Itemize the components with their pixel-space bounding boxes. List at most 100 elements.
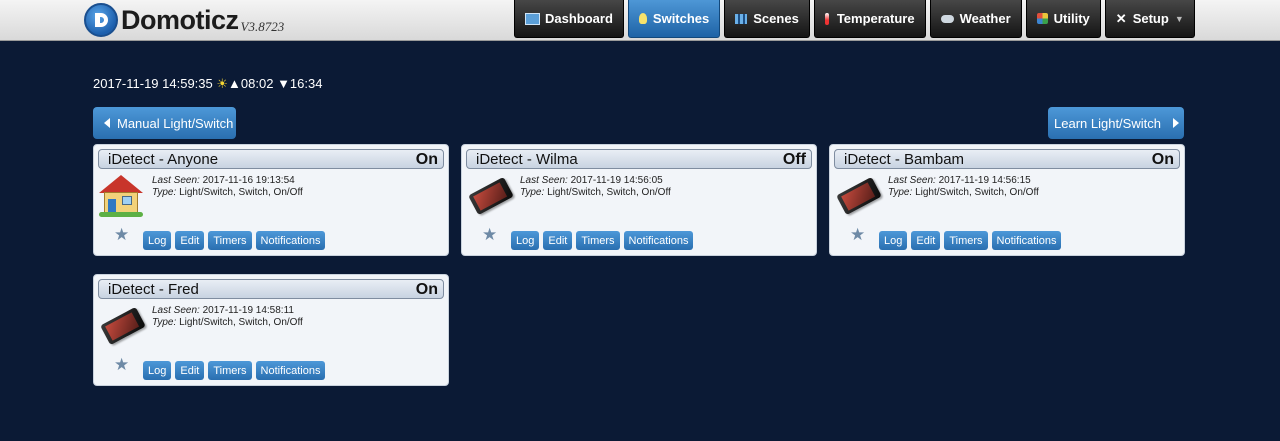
device-info: Last Seen: 2017-11-19 14:58:11 Type: Lig…: [152, 305, 303, 329]
log-button[interactable]: Log: [143, 231, 172, 250]
app-version: V3.8723: [240, 19, 285, 34]
device-header: iDetect - Fred On: [98, 279, 444, 299]
device-name: iDetect - Anyone: [108, 151, 219, 168]
device-status: On: [415, 281, 438, 298]
device-actions: Log Edit Timers Notifications: [511, 231, 697, 250]
favorite-star-icon[interactable]: ★: [114, 226, 130, 243]
device-actions: Log Edit Timers Notifications: [143, 361, 329, 380]
notifications-button[interactable]: Notifications: [623, 231, 694, 250]
device-name: iDetect - Fred: [108, 281, 199, 298]
type-label: Type:: [152, 187, 177, 198]
device-card: iDetect - Anyone On Last Seen: 2017-11-1…: [93, 144, 449, 256]
nav-setup[interactable]: ✕ Setup ▼: [1104, 0, 1195, 38]
nav-label: Weather: [959, 11, 1011, 26]
device-actions: Log Edit Timers Notifications: [143, 231, 329, 250]
last-seen-value: 2017-11-19 14:56:05: [570, 175, 663, 186]
log-button[interactable]: Log: [879, 231, 908, 250]
last-seen-label: Last Seen:: [888, 175, 936, 186]
notifications-button[interactable]: Notifications: [255, 361, 326, 380]
nav-utility[interactable]: Utility: [1025, 0, 1101, 38]
type-value: Light/Switch, Switch, On/Off: [915, 187, 1039, 198]
device-toggle[interactable]: [99, 175, 143, 217]
device-toggle[interactable]: [467, 175, 514, 217]
smartphone-icon: [100, 306, 146, 346]
lightbulb-icon: [638, 13, 647, 24]
device-toggle[interactable]: [835, 175, 882, 217]
timers-button[interactable]: Timers: [576, 231, 620, 250]
smartphone-icon: [468, 176, 514, 216]
notifications-button[interactable]: Notifications: [255, 231, 326, 250]
favorite-star-icon[interactable]: ★: [114, 356, 130, 373]
manual-light-switch-button[interactable]: Manual Light/Switch: [93, 107, 236, 139]
last-seen-label: Last Seen:: [152, 305, 200, 316]
device-toggle[interactable]: [99, 305, 146, 347]
sunset-time: ▼16:34: [277, 76, 323, 91]
cloud-icon: [940, 14, 954, 23]
log-button[interactable]: Log: [511, 231, 540, 250]
arrow-left-icon: [104, 118, 110, 128]
edit-button[interactable]: Edit: [911, 231, 941, 250]
last-seen-value: 2017-11-19 14:58:11: [202, 305, 294, 316]
chevron-down-icon: ▼: [1174, 13, 1184, 24]
timers-button[interactable]: Timers: [208, 361, 252, 380]
device-header: iDetect - Wilma Off: [466, 149, 812, 169]
favorite-star-icon[interactable]: ★: [482, 226, 498, 243]
sunrise-time: ▲08:02: [228, 76, 274, 91]
device-status: On: [1151, 151, 1174, 168]
edit-button[interactable]: Edit: [175, 231, 205, 250]
type-value: Light/Switch, Switch, On/Off: [179, 187, 303, 198]
nav-switches[interactable]: Switches: [627, 0, 721, 38]
clapperboard-icon: [735, 13, 748, 24]
device-card: iDetect - Bambam On Last Seen: 2017-11-1…: [829, 144, 1185, 256]
learn-light-switch-button[interactable]: Learn Light/Switch: [1048, 107, 1184, 139]
device-info: Last Seen: 2017-11-19 14:56:15 Type: Lig…: [888, 175, 1039, 199]
notifications-button[interactable]: Notifications: [991, 231, 1062, 250]
app-logo[interactable]: Domoticz V3.8723: [84, 3, 284, 37]
thermometer-icon: [824, 12, 829, 25]
device-info: Last Seen: 2017-11-16 19:13:54 Type: Lig…: [152, 175, 303, 199]
device-card: iDetect - Wilma Off Last Seen: 2017-11-1…: [461, 144, 817, 256]
smartphone-icon: [836, 176, 882, 216]
device-name: iDetect - Bambam: [844, 151, 965, 168]
device-header: iDetect - Anyone On: [98, 149, 444, 169]
nav-dashboard[interactable]: Dashboard: [514, 0, 624, 38]
nav-label: Dashboard: [545, 11, 613, 26]
nav-label: Utility: [1053, 11, 1090, 26]
log-button[interactable]: Log: [143, 361, 172, 380]
nav-temperature[interactable]: Temperature: [813, 0, 926, 38]
type-value: Light/Switch, Switch, On/Off: [179, 317, 303, 328]
utility-icon: [1036, 13, 1048, 24]
nav-scenes[interactable]: Scenes: [724, 0, 810, 38]
current-datetime: 2017-11-19 14:59:35: [93, 76, 213, 91]
device-card: iDetect - Fred On Last Seen: 2017-11-19 …: [93, 274, 449, 386]
type-label: Type:: [520, 187, 545, 198]
datetime-status: 2017-11-19 14:59:35 ☀▲08:02 ▼16:34: [93, 76, 322, 92]
nav-label: Setup: [1132, 11, 1169, 26]
type-value: Light/Switch, Switch, On/Off: [547, 187, 671, 198]
button-label: Learn Light/Switch: [1054, 115, 1161, 131]
last-seen-label: Last Seen:: [152, 175, 200, 186]
favorite-star-icon[interactable]: ★: [850, 226, 866, 243]
house-icon: [99, 175, 143, 217]
app-name: Domoticz: [121, 4, 239, 35]
device-status: Off: [782, 151, 806, 168]
button-label: Manual Light/Switch: [117, 115, 234, 131]
main-nav: Dashboard Switches Scenes Temperature We…: [514, 0, 1199, 39]
tools-icon: ✕: [1115, 10, 1127, 26]
arrow-right-icon: [1172, 118, 1179, 128]
timers-button[interactable]: Timers: [208, 231, 252, 250]
nav-label: Switches: [652, 11, 710, 26]
last-seen-value: 2017-11-19 14:56:15: [938, 175, 1031, 186]
dashboard-icon: [525, 12, 540, 25]
edit-button[interactable]: Edit: [175, 361, 205, 380]
nav-weather[interactable]: Weather: [929, 0, 1022, 38]
nav-label: Scenes: [753, 11, 799, 26]
device-info: Last Seen: 2017-11-19 14:56:05 Type: Lig…: [520, 175, 671, 199]
last-seen-value: 2017-11-16 19:13:54: [202, 175, 295, 186]
last-seen-label: Last Seen:: [520, 175, 568, 186]
device-status: On: [415, 151, 438, 168]
device-name: iDetect - Wilma: [476, 151, 578, 168]
edit-button[interactable]: Edit: [543, 231, 573, 250]
timers-button[interactable]: Timers: [944, 231, 988, 250]
nav-label: Temperature: [836, 11, 915, 26]
